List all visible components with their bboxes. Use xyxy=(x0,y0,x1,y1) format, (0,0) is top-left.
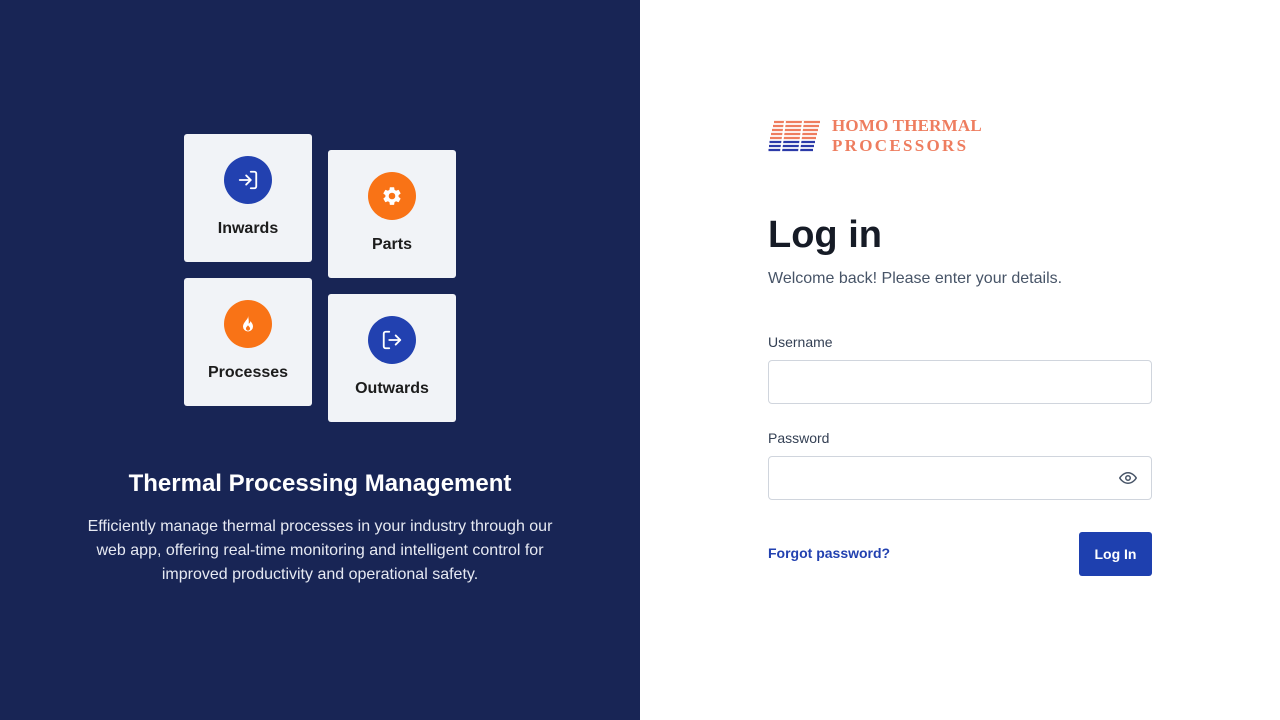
login-button[interactable]: Log In xyxy=(1079,532,1152,576)
forgot-password-link[interactable]: Forgot password? xyxy=(768,545,890,561)
password-input[interactable] xyxy=(768,456,1152,500)
tile-outwards: Outwards xyxy=(328,294,456,422)
gear-icon xyxy=(368,172,416,220)
tile-parts: Parts xyxy=(328,150,456,278)
page-title: Log in xyxy=(768,214,882,256)
hero-title: Thermal Processing Management xyxy=(128,470,512,497)
username-label: Username xyxy=(768,334,833,350)
username-input[interactable] xyxy=(768,360,1152,404)
flame-icon xyxy=(224,300,272,348)
tile-label-parts: Parts xyxy=(371,236,413,253)
log-out-icon xyxy=(368,316,416,364)
tile-label-inwards: Inwards xyxy=(217,220,279,237)
eye-icon[interactable] xyxy=(1116,466,1140,490)
login-subtitle: Welcome back! Please enter your details. xyxy=(768,270,1063,287)
tile-processes: Processes xyxy=(184,278,312,406)
tile-inwards: Inwards xyxy=(184,134,312,262)
tile-label-processes: Processes xyxy=(207,364,289,381)
left-panel: Inwards Parts Processes Outwards Thermal… xyxy=(0,0,640,720)
company-logo: HOMO THERMAL PROCESSORS xyxy=(768,116,982,155)
logo-line2: PROCESSORS xyxy=(832,136,969,155)
logo-mark xyxy=(768,120,820,153)
password-label: Password xyxy=(768,430,830,446)
hero-description: Efficiently manage thermal processes in … xyxy=(87,518,553,583)
log-in-icon xyxy=(224,156,272,204)
tile-label-outwards: Outwards xyxy=(355,380,429,397)
logo-line1: HOMO THERMAL xyxy=(832,116,982,135)
